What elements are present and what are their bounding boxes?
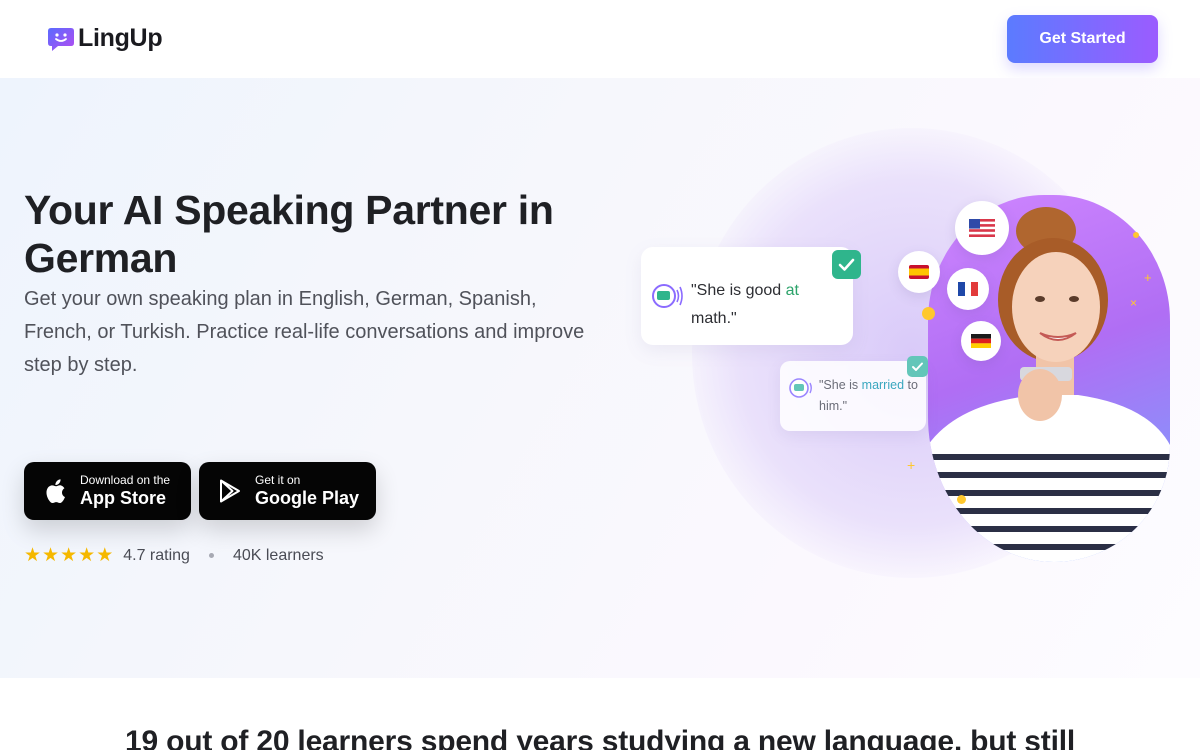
brand-logo[interactable]: LingUp	[47, 24, 163, 53]
star-icon: ★	[42, 545, 60, 566]
chat-bubble-secondary: "She is married to him."	[780, 361, 926, 431]
speech-bubble-face-icon	[47, 26, 75, 52]
google-play-icon	[219, 479, 241, 503]
learner-photo	[928, 195, 1170, 562]
apple-icon	[44, 479, 66, 504]
sparkle-icon	[922, 307, 935, 320]
bubble1-highlight: at	[785, 282, 799, 299]
voice-chat-icon	[788, 378, 814, 403]
hero-section: Your AI Speaking Partner in German Get y…	[0, 78, 1200, 678]
google-play-label: Get it on Google Play	[255, 473, 359, 509]
top-navbar: LingUp Get Started	[0, 0, 1200, 78]
chat-bubble-primary: "She is good at math."	[641, 247, 853, 345]
sparkle-icon	[1133, 232, 1139, 238]
check-badge-icon	[832, 250, 861, 279]
sparkle-icon	[957, 495, 966, 504]
google-play-small-text: Get it on	[255, 473, 301, 487]
sparkle-icon: +	[1144, 270, 1152, 285]
spain-flag-icon	[898, 251, 940, 293]
star-icon: ★	[60, 545, 78, 566]
get-started-button[interactable]: Get Started	[1007, 15, 1158, 63]
check-badge-icon	[907, 356, 928, 377]
sparkle-icon: +	[907, 457, 916, 473]
star-icon: ★	[24, 545, 42, 566]
star-icon: ★	[78, 545, 96, 566]
problem-heading: 19 out of 20 learners spend years studyi…	[125, 725, 1075, 750]
brand-name: LingUp	[78, 24, 163, 52]
bubble1-text-end: math."	[691, 310, 737, 327]
star-rating: ★ ★ ★ ★ ★	[24, 546, 114, 565]
app-store-small-text: Download on the	[80, 473, 171, 487]
rating-row: ★ ★ ★ ★ ★ 4.7 rating 40K learners	[24, 546, 324, 565]
sparkle-icon: ×	[1130, 296, 1138, 310]
hero-title: Your AI Speaking Partner in German	[24, 187, 554, 281]
hero-subtitle: Get your own speaking plan in English, G…	[24, 288, 585, 376]
app-store-label: Download on the App Store	[80, 473, 170, 509]
star-icon: ★	[96, 545, 114, 566]
us-flag-icon	[955, 201, 1009, 255]
google-play-big-text: Google Play	[255, 488, 360, 508]
bubble1-text-start: "She is good	[691, 282, 786, 299]
app-store-big-text: App Store	[80, 488, 167, 508]
rating-label: 4.7 rating	[123, 546, 190, 564]
bubble2-highlight: married	[861, 378, 905, 392]
bubble2-text-start: "She is	[819, 378, 862, 392]
chat-bubble-primary-text: "She is good at math."	[691, 277, 841, 333]
germany-flag-icon	[961, 321, 1001, 361]
france-flag-icon	[947, 268, 989, 310]
google-play-button[interactable]: Get it on Google Play	[199, 462, 376, 520]
separator-dot	[208, 553, 214, 558]
chat-bubble-secondary-text: "She is married to him."	[819, 375, 919, 417]
learners-count: 40K learners	[232, 546, 324, 564]
app-store-button[interactable]: Download on the App Store	[24, 462, 191, 520]
voice-chat-icon	[650, 284, 684, 313]
